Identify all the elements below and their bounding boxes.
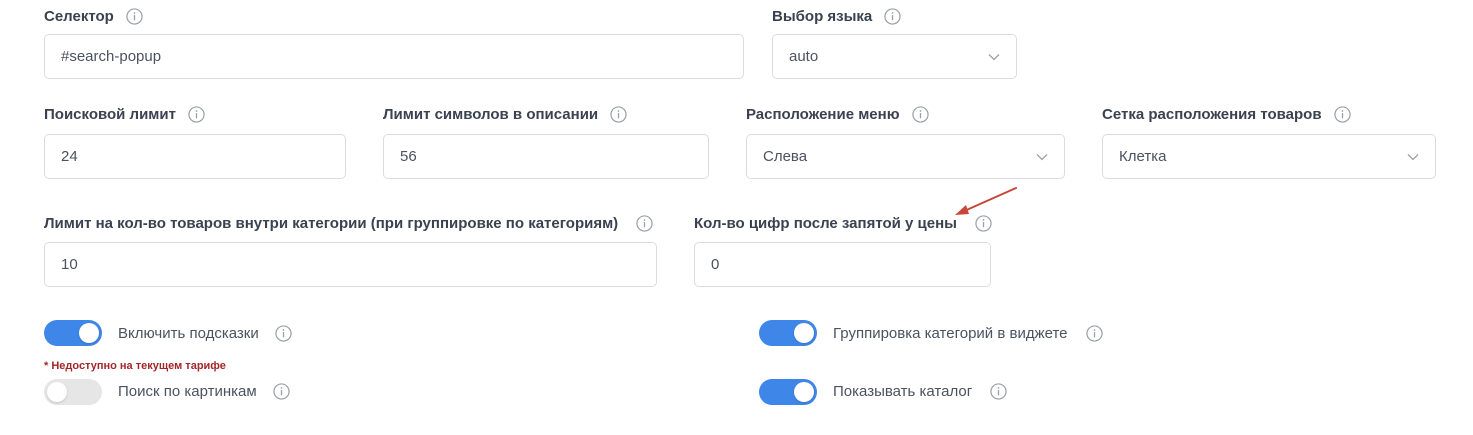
hints-toggle-label: Включить подсказки	[118, 323, 292, 343]
group-categories-toggle[interactable]	[759, 320, 817, 346]
category-limit-field[interactable]	[44, 242, 657, 287]
desc-limit-input[interactable]	[400, 148, 692, 165]
toggle-knob	[47, 382, 67, 402]
language-select[interactable]: auto	[772, 34, 1017, 79]
search-limit-input[interactable]	[61, 148, 329, 165]
menu-position-select[interactable]: Слева	[746, 134, 1065, 179]
price-decimals-field[interactable]	[694, 242, 991, 287]
desc-limit-field[interactable]	[383, 134, 709, 179]
image-search-toggle-label: Поиск по картинкам	[118, 381, 290, 401]
chevron-down-icon	[1036, 153, 1048, 160]
selector-input[interactable]	[61, 48, 727, 65]
info-icon[interactable]	[990, 382, 1007, 400]
toggle-knob	[794, 382, 814, 402]
tariff-warning: * Недоступно на текущем тарифе	[44, 360, 226, 372]
category-limit-label: Лимит на кол-во товаров внутри категории…	[44, 213, 653, 233]
info-icon[interactable]	[911, 105, 929, 123]
info-icon[interactable]	[636, 214, 653, 232]
selector-field[interactable]	[44, 34, 744, 79]
show-catalog-toggle[interactable]	[759, 379, 817, 405]
desc-limit-label: Лимит символов в описании	[383, 104, 627, 124]
toggle-knob	[794, 323, 814, 343]
price-decimals-label: Кол-во цифр после запятой у цены	[694, 213, 992, 233]
info-icon[interactable]	[1085, 324, 1103, 342]
info-icon[interactable]	[884, 7, 901, 25]
info-icon[interactable]	[188, 105, 205, 123]
group-categories-toggle-label: Группировка категорий в виджете	[833, 323, 1103, 343]
selector-label: Селектор	[44, 6, 143, 26]
category-limit-input[interactable]	[61, 256, 640, 273]
search-limit-field[interactable]	[44, 134, 346, 179]
info-icon[interactable]	[273, 382, 290, 400]
grid-select[interactable]: Клетка	[1102, 134, 1436, 179]
grid-label: Сетка расположения товаров	[1102, 104, 1351, 124]
chevron-down-icon	[988, 53, 1000, 60]
image-search-toggle[interactable]	[44, 379, 102, 405]
info-icon[interactable]	[610, 105, 627, 123]
hints-toggle[interactable]	[44, 320, 102, 346]
chevron-down-icon	[1407, 153, 1419, 160]
menu-position-label: Расположение меню	[746, 104, 929, 124]
info-icon[interactable]	[126, 7, 143, 25]
annotation-arrow	[955, 187, 1017, 215]
info-icon[interactable]	[275, 324, 292, 342]
price-decimals-input[interactable]	[711, 256, 974, 273]
show-catalog-toggle-label: Показывать каталог	[833, 381, 1007, 401]
info-icon[interactable]	[1333, 105, 1351, 123]
search-limit-label: Поисковой лимит	[44, 104, 205, 124]
language-label: Выбор языка	[772, 6, 901, 26]
toggle-knob	[79, 323, 99, 343]
